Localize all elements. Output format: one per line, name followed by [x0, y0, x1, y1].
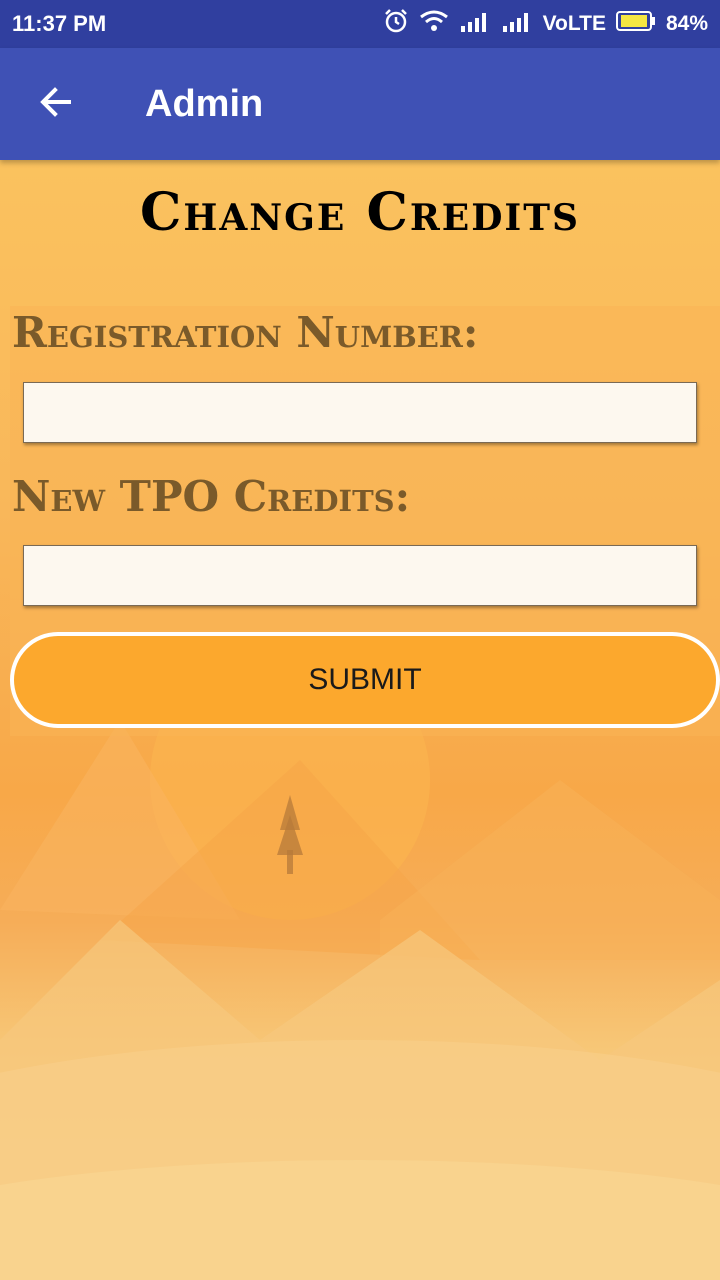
network-type: VoLTE — [542, 12, 606, 35]
registration-number-label: Registration Number: — [12, 308, 479, 357]
tpo-credits-input[interactable] — [23, 545, 697, 606]
signal-icon — [459, 10, 491, 38]
status-time: 11:37 PM — [12, 11, 107, 36]
page-title: Change Credits — [139, 182, 581, 243]
registration-number-input[interactable] — [23, 382, 697, 443]
signal-icon — [501, 10, 533, 38]
app-bar: Admin — [0, 48, 720, 160]
app-title: Admin — [145, 82, 264, 125]
status-icons: VoLTE 84% — [383, 8, 708, 40]
submit-button[interactable]: SUBMIT — [10, 632, 720, 728]
battery-percent: 84% — [665, 12, 708, 35]
wifi-icon — [419, 9, 449, 39]
alarm-icon — [383, 8, 409, 40]
tpo-credits-label: New TPO Credits: — [12, 472, 411, 521]
back-button[interactable] — [0, 48, 112, 160]
battery-icon — [615, 10, 656, 38]
arrow-back-icon — [36, 82, 76, 127]
status-bar: 11:37 PM VoLTE 84% — [0, 0, 720, 48]
